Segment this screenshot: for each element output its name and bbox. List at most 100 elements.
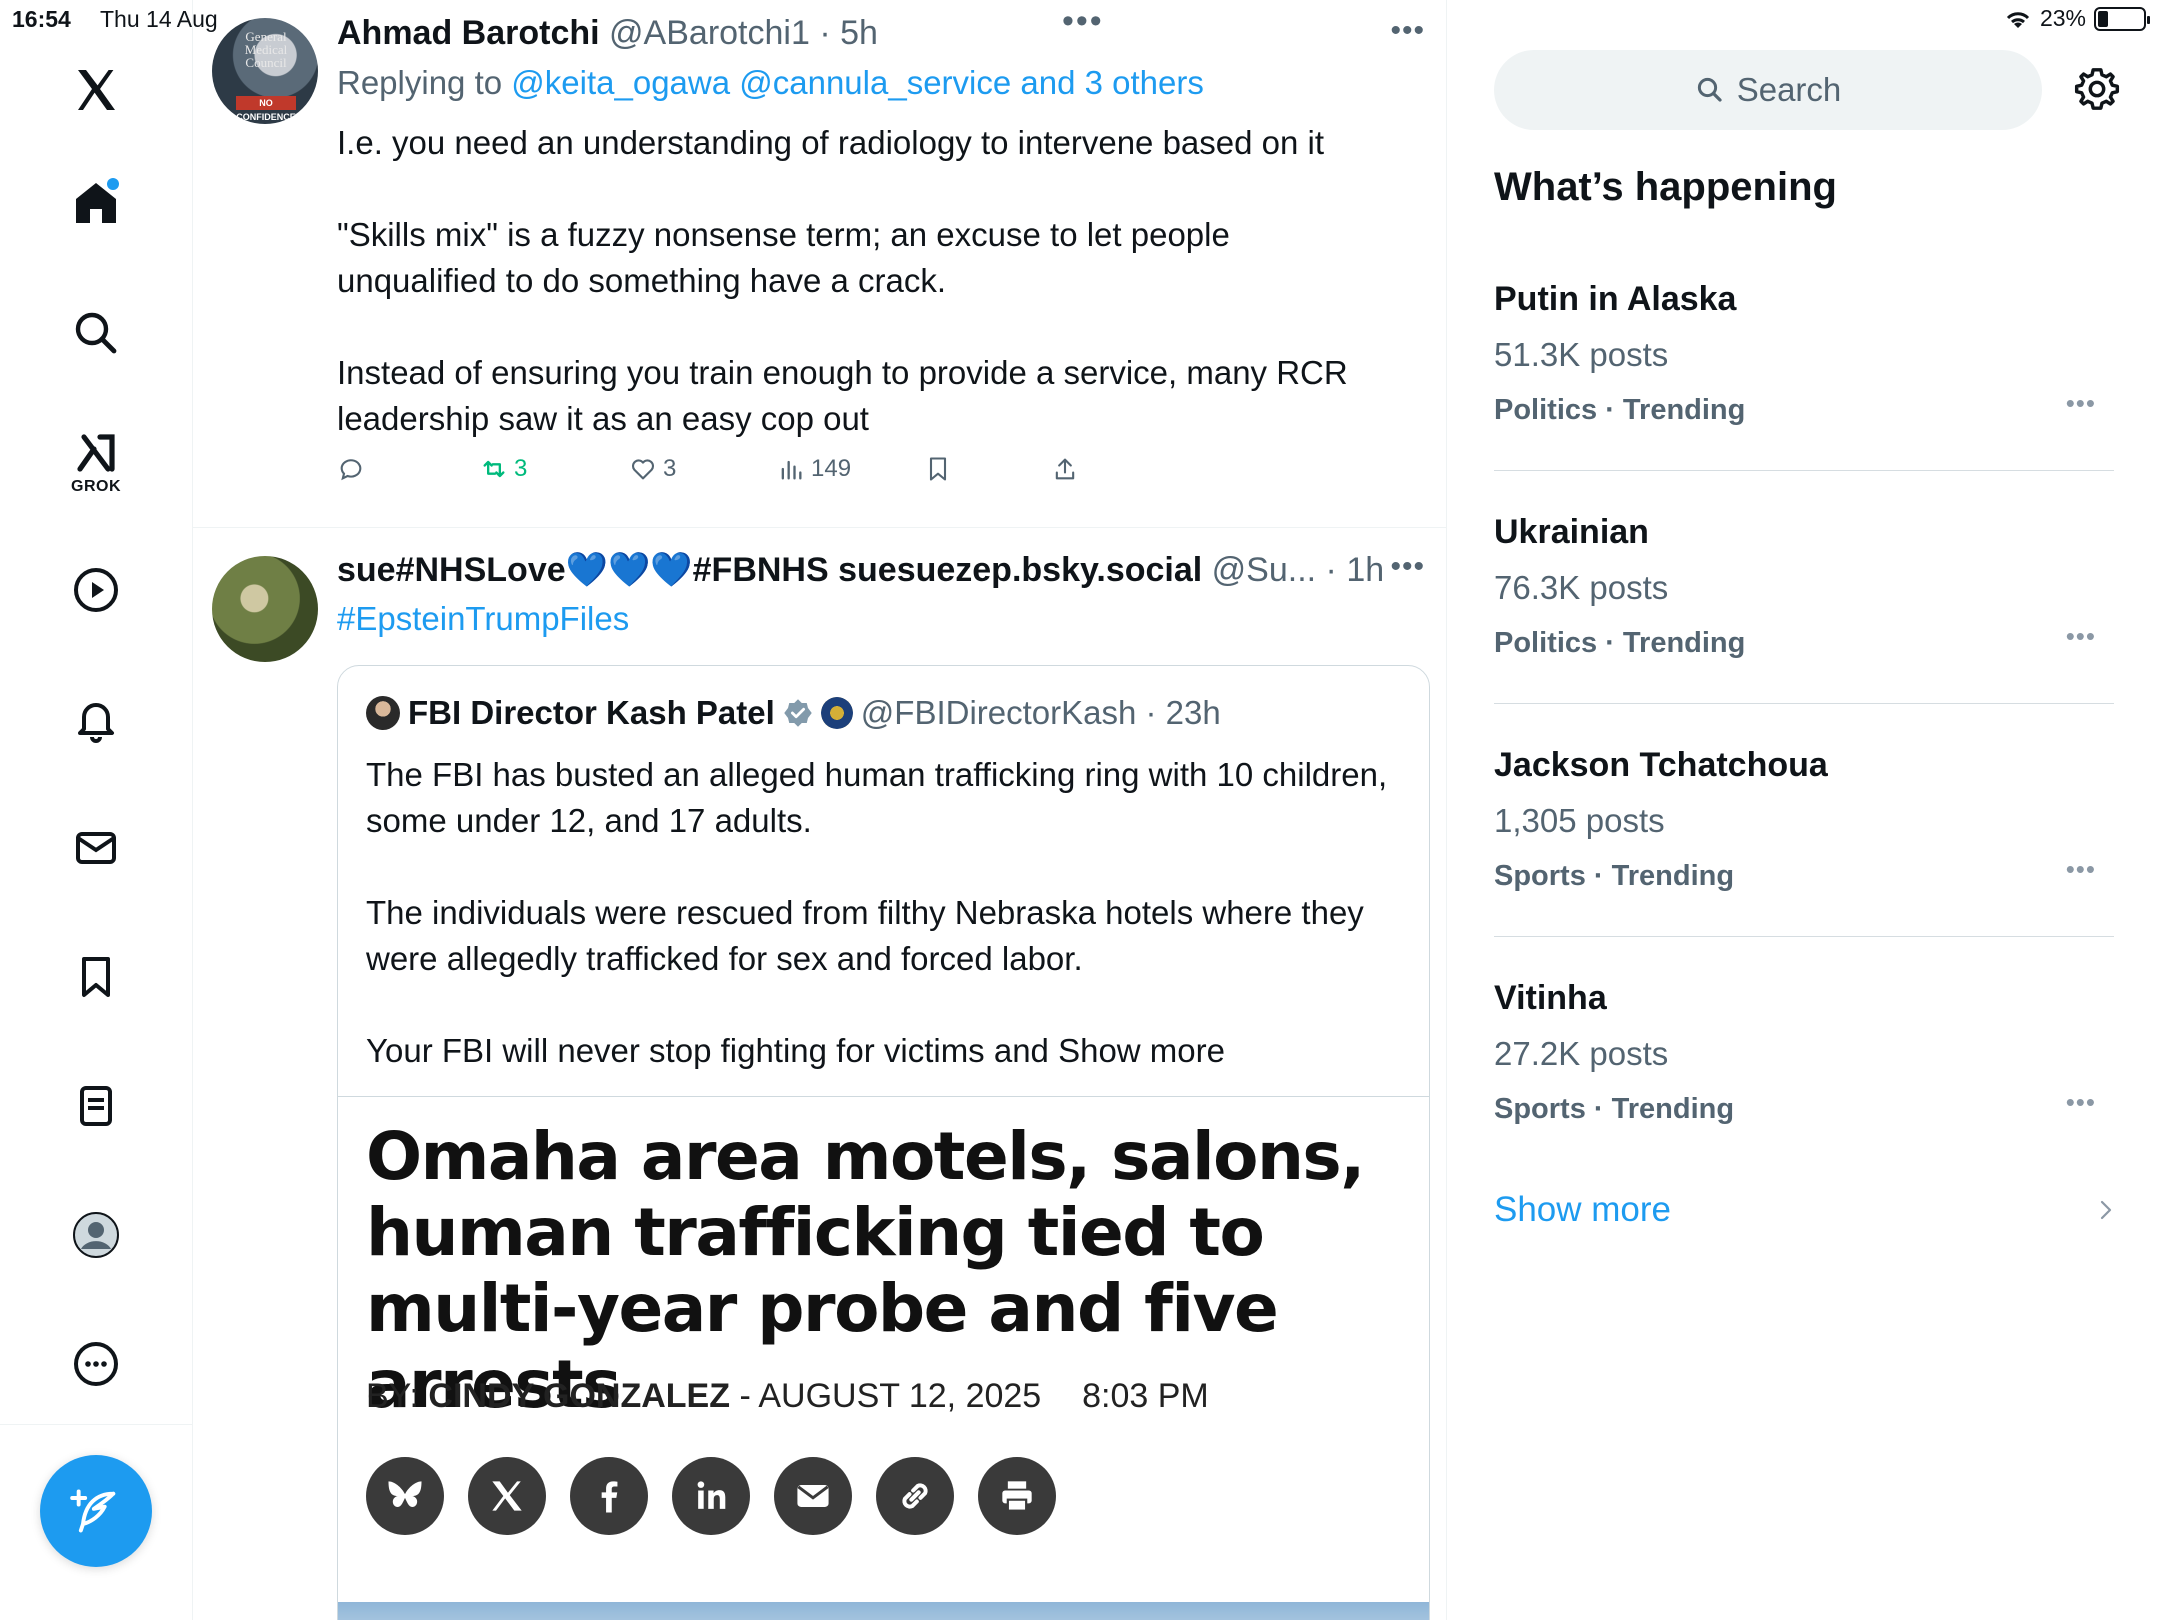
post-actions: 3 3 149 <box>337 455 1337 499</box>
avatar-banner: NO CONFIDENCE <box>236 96 296 122</box>
retweet-button[interactable]: 3 <box>480 455 527 483</box>
post-header: Ahmad Barotchi @ABarotchi1 · 5h <box>337 14 878 53</box>
quoted-author-name[interactable]: FBI Director Kash Patel <box>408 694 775 732</box>
timeline: General Medical Council NO CONFIDENCE Ah… <box>193 0 1447 1620</box>
copy-link-icon[interactable] <box>876 1457 954 1535</box>
post-more-icon[interactable]: ••• <box>1390 550 1425 584</box>
share-upload-icon <box>1055 458 1075 480</box>
chevron-right-icon[interactable] <box>2094 1196 2118 1224</box>
print-icon[interactable] <box>978 1457 1056 1535</box>
post-more-icon[interactable]: ••• <box>1390 14 1425 48</box>
grok-label: GROK <box>71 478 121 495</box>
x-share-icon[interactable] <box>468 1457 546 1535</box>
trend-category: Politics · Trending <box>1494 394 1746 426</box>
trend-item[interactable]: Vitinha 27.2K posts Sports · Trending ••… <box>1494 979 2114 1211</box>
views-chart-icon <box>781 460 802 480</box>
trend-item[interactable]: Ukrainian 76.3K posts Politics · Trendin… <box>1494 513 2114 745</box>
trend-more-icon[interactable]: ••• <box>2066 1087 2096 1118</box>
retweet-count: 3 <box>514 455 528 482</box>
verified-badge-icon <box>784 699 812 727</box>
more-options-icon[interactable] <box>63 1331 129 1397</box>
section-heading: What’s happening <box>1494 165 1837 209</box>
trend-category: Sports · Trending <box>1494 1093 1735 1125</box>
reply-mentions-link[interactable]: @keita_ogawa @cannula_service and 3 othe… <box>511 64 1204 101</box>
search-icon[interactable] <box>63 300 129 366</box>
quoted-post[interactable]: FBI Director Kash Patel @FBIDirectorKash… <box>337 665 1430 1620</box>
lists-icon[interactable] <box>63 1073 129 1139</box>
trend-category: Sports · Trending <box>1494 860 1735 892</box>
trend-more-icon[interactable]: ••• <box>2066 621 2096 652</box>
article-photo <box>338 1602 1429 1620</box>
linkedin-icon[interactable] <box>672 1457 750 1535</box>
trend-more-icon[interactable]: ••• <box>2066 854 2096 885</box>
compose-post-button[interactable] <box>40 1455 152 1567</box>
trend-title: Jackson Tchatchoua <box>1494 746 1828 784</box>
notifications-bell-icon[interactable] <box>63 686 129 752</box>
heart-icon <box>631 459 655 480</box>
home-icon[interactable] <box>63 170 129 236</box>
post[interactable]: General Medical Council NO CONFIDENCE Ah… <box>193 0 1446 528</box>
views-button[interactable]: 149 <box>777 455 851 483</box>
trend-post-count: 51.3K posts <box>1494 336 1669 373</box>
views-count: 149 <box>811 455 852 482</box>
quoted-post-header: FBI Director Kash Patel @FBIDirectorKash… <box>366 694 1221 732</box>
trend-divider <box>1494 936 2114 937</box>
author-name[interactable]: sue#NHSLove💙💙💙#FBNHS suesuezep.bsky.soci… <box>337 551 1202 589</box>
share-button[interactable] <box>1051 455 1079 483</box>
trend-post-count: 27.2K posts <box>1494 1035 1669 1072</box>
search-placeholder: Search <box>1736 71 1842 108</box>
avatar[interactable]: General Medical Council NO CONFIDENCE <box>212 18 318 124</box>
left-nav: GROK <box>0 0 193 1620</box>
x-logo-icon[interactable] <box>63 57 129 123</box>
fbi-seal-icon <box>820 697 853 729</box>
messages-envelope-icon[interactable] <box>63 815 129 881</box>
article-date: - AUGUST 12, 2025 <box>739 1377 1042 1415</box>
trend-item[interactable]: Jackson Tchatchoua 1,305 posts Sports · … <box>1494 746 2114 978</box>
post-header: sue#NHSLove💙💙💙#FBNHS suesuezep.bsky.soci… <box>337 550 1384 590</box>
post-text: I.e. you need an understanding of radiol… <box>337 124 1348 437</box>
facebook-icon[interactable] <box>570 1457 648 1535</box>
trend-post-count: 1,305 posts <box>1494 802 1665 839</box>
avatar-caption: General Medical Council <box>244 29 288 70</box>
gear-icon[interactable] <box>2074 66 2120 112</box>
trend-divider <box>1494 470 2114 471</box>
compose-feather-icon <box>70 1489 116 1533</box>
quoted-avatar <box>366 696 400 730</box>
post[interactable]: sue#NHSLove💙💙💙#FBNHS suesuezep.bsky.soci… <box>193 528 1446 1620</box>
grok-icon[interactable] <box>63 420 129 486</box>
nav-divider <box>0 1424 193 1425</box>
reply-icon <box>340 459 362 481</box>
article-time: 8:03 PM <box>1082 1377 1209 1415</box>
search-input[interactable]: Search <box>1494 50 2042 130</box>
bluesky-butterfly-icon[interactable] <box>366 1457 444 1535</box>
right-sidebar: Search What’s happening Putin in Alaska … <box>1448 0 2160 1620</box>
profile-avatar-icon[interactable] <box>63 1202 129 1268</box>
trend-more-icon[interactable]: ••• <box>2066 388 2096 419</box>
trend-title: Putin in Alaska <box>1494 280 1737 318</box>
like-button[interactable]: 3 <box>629 455 676 483</box>
quoted-handle-time: @FBIDirectorKash · 23h <box>860 694 1221 731</box>
trend-divider <box>1494 703 2114 704</box>
article-byline: BY: CINDY GONZALEZ - AUGUST 12, 2025 8:0… <box>366 1377 1209 1415</box>
unread-dot <box>107 178 119 190</box>
trend-item[interactable]: Putin in Alaska 51.3K posts Politics · T… <box>1494 280 2114 512</box>
quoted-post-text: The FBI has busted an alleged human traf… <box>366 756 1388 1069</box>
like-count: 3 <box>663 455 677 482</box>
video-icon[interactable] <box>63 557 129 623</box>
search-icon <box>1697 77 1722 102</box>
hashtag-link[interactable]: #EpsteinTrumpFiles <box>337 600 629 638</box>
bookmark-button[interactable] <box>924 455 952 483</box>
author-name[interactable]: Ahmad Barotchi <box>337 14 600 52</box>
reply-context: Replying to @keita_ogawa @cannula_servic… <box>337 64 1204 101</box>
trend-title: Vitinha <box>1494 979 1607 1017</box>
reply-button[interactable] <box>337 455 365 483</box>
article-author: CINDY GONZALEZ <box>428 1377 730 1415</box>
retweet-icon <box>483 460 505 478</box>
email-share-icon[interactable] <box>774 1457 852 1535</box>
trend-category: Politics · Trending <box>1494 627 1746 659</box>
bookmarks-icon[interactable] <box>63 944 129 1010</box>
avatar[interactable] <box>212 556 318 662</box>
author-handle-time: @Su... · 1h <box>1211 551 1385 589</box>
article-preview[interactable]: Omaha area motels, salons, human traffic… <box>338 1096 1429 1620</box>
show-more-link[interactable]: Show more <box>1494 1190 1671 1230</box>
